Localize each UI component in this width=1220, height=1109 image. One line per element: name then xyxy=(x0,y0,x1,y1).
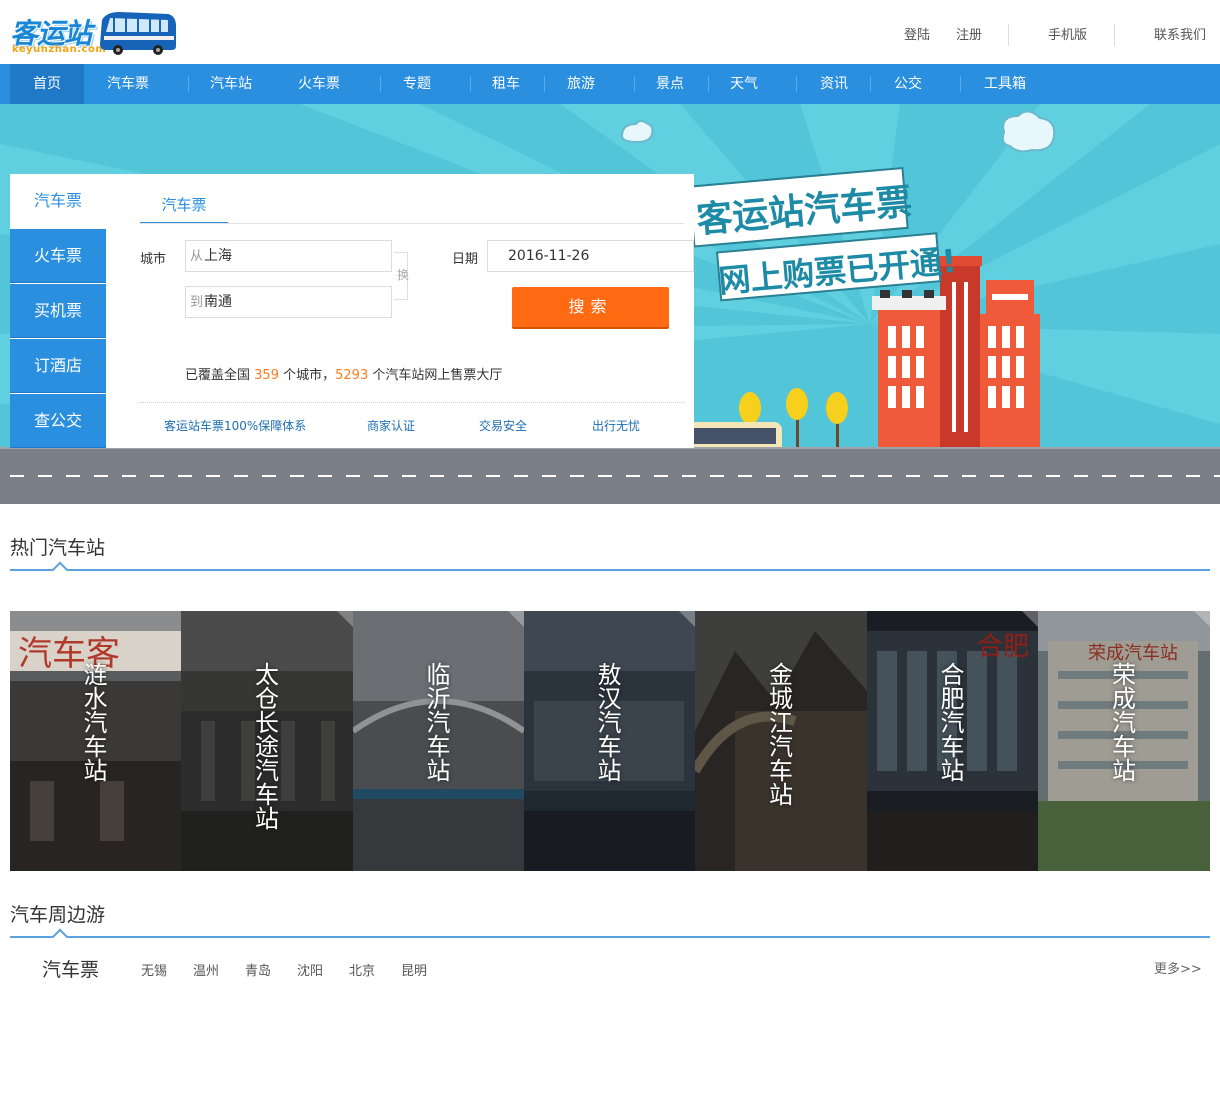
nav-item-car-rental[interactable]: 租车 xyxy=(478,64,534,104)
station-count: 5293 xyxy=(335,368,369,383)
more-link[interactable]: 更多>> xyxy=(1154,958,1202,977)
search-button[interactable]: 搜索 xyxy=(512,287,669,327)
bus-logo-icon xyxy=(100,12,176,55)
nav-divider xyxy=(796,76,797,92)
form-tab-underline xyxy=(140,223,684,224)
section-divider xyxy=(10,569,1210,571)
from-city-input[interactable]: 从上海 xyxy=(185,240,392,272)
section-notch xyxy=(51,928,69,946)
logo-domain: keyunzhan.com xyxy=(12,44,107,55)
city-label: 城市 xyxy=(140,252,167,267)
station-card[interactable]: 合肥 合肥汽车站 xyxy=(867,611,1038,871)
station-name: 荣成汽车站 xyxy=(1112,661,1136,785)
nav-divider xyxy=(380,76,381,92)
search-side-tabs: 汽车票 火车票 买机票 订酒店 查公交 xyxy=(10,174,106,448)
tab-train-ticket[interactable]: 火车票 xyxy=(10,229,106,283)
station-name: 敖汉汽车站 xyxy=(597,661,622,785)
city-link[interactable]: 无锡 xyxy=(141,960,167,979)
tab-flight-ticket[interactable]: 买机票 xyxy=(10,284,106,338)
station-card[interactable]: 太仓长途汽车站 xyxy=(181,611,353,871)
coverage-text: 已覆盖全国 359 个城市，5293 个汽车站网上售票大厅 xyxy=(185,364,502,383)
station-name: 合肥汽车站 xyxy=(940,661,965,785)
merchant-certified-link[interactable]: 商家认证 xyxy=(367,417,415,434)
site-logo[interactable]: 客运站 keyunzhan.com xyxy=(10,8,176,58)
nav-divider xyxy=(960,76,961,92)
nav-divider xyxy=(470,76,471,92)
date-value: 2016-11-26 xyxy=(508,248,590,264)
hot-stations-title: 热门汽车站 xyxy=(10,537,106,559)
to-prefix: 到 xyxy=(190,295,204,310)
top-link-divider xyxy=(1008,24,1009,46)
section-notch xyxy=(51,561,69,579)
contact-us-link[interactable]: 联系我们 xyxy=(1154,24,1206,43)
section-divider xyxy=(10,936,1210,938)
login-link[interactable]: 登陆 xyxy=(904,24,930,43)
to-city-value: 南通 xyxy=(204,294,233,310)
site-header: 客运站 keyunzhan.com 登陆 注册 手机版 联系我们 xyxy=(0,0,1220,64)
station-card[interactable]: 临沂汽车站 xyxy=(353,611,524,871)
nav-divider xyxy=(870,76,871,92)
city-count: 359 xyxy=(254,368,279,383)
tab-hotel[interactable]: 订酒店 xyxy=(10,339,106,393)
nav-divider xyxy=(544,76,545,92)
station-name: 涟水汽车站 xyxy=(83,661,108,785)
nav-divider xyxy=(708,76,709,92)
to-city-input[interactable]: 到南通 xyxy=(185,286,392,318)
tab-bus-transit[interactable]: 查公交 xyxy=(10,394,106,448)
station-name: 金城江汽车站 xyxy=(769,661,793,809)
nav-item-bus-ticket[interactable]: 汽车票 xyxy=(92,64,164,104)
station-name: 临沂汽车站 xyxy=(426,661,451,785)
city-link[interactable]: 温州 xyxy=(193,960,219,979)
form-tab-bus-ticket[interactable]: 汽车票 xyxy=(140,192,228,224)
coverage-mid: 个城市， xyxy=(283,368,336,383)
tab-bus-ticket[interactable]: 汽车票 xyxy=(10,174,106,228)
main-nav: 首页 汽车票 汽车站 火车票 专题 租车 旅游 景点 天气 资讯 公交 工具箱 xyxy=(0,64,1220,104)
register-link[interactable]: 注册 xyxy=(956,24,982,43)
nav-item-travel[interactable]: 旅游 xyxy=(554,64,608,104)
from-prefix: 从 xyxy=(190,249,204,264)
top-link-divider xyxy=(1114,24,1115,46)
dotted-divider xyxy=(140,402,684,403)
nearby-travel-title: 汽车周边游 xyxy=(10,904,106,926)
nav-item-news[interactable]: 资讯 xyxy=(806,64,862,104)
mobile-version-link[interactable]: 手机版 xyxy=(1048,24,1087,43)
station-card[interactable]: 金城江汽车站 xyxy=(695,611,867,871)
search-form: 汽车票 城市 从上海 到南通 换 日期 2016-11-26 搜索 已覆盖全国 … xyxy=(106,174,694,448)
nav-divider xyxy=(634,76,635,92)
station-card[interactable]: 敖汉汽车站 xyxy=(524,611,695,871)
nav-item-train-ticket[interactable]: 火车票 xyxy=(286,64,352,104)
nav-item-attractions[interactable]: 景点 xyxy=(642,64,698,104)
station-card[interactable]: 荣成汽车站 荣成汽车站 xyxy=(1038,611,1210,871)
station-card[interactable]: 汽车客 涟水汽车站 xyxy=(10,611,181,871)
station-name: 太仓长途汽车站 xyxy=(255,661,279,833)
nav-item-weather[interactable]: 天气 xyxy=(716,64,772,104)
from-city-value: 上海 xyxy=(204,248,233,264)
coverage-post: 个汽车站网上售票大厅 xyxy=(372,368,503,383)
secure-transaction-link[interactable]: 交易安全 xyxy=(479,417,527,434)
guarantee-system-link[interactable]: 客运站车票100%保障体系 xyxy=(164,417,306,434)
swap-cities-button[interactable]: 换 xyxy=(397,266,409,283)
nav-item-toolbox[interactable]: 工具箱 xyxy=(972,64,1038,104)
date-label: 日期 xyxy=(452,252,479,267)
city-link[interactable]: 沈阳 xyxy=(297,960,323,979)
hot-stations-grid: 汽车客 涟水汽车站 太仓长途汽车站 临沂汽车站 敖汉汽车站 金城江汽车站 合肥 … xyxy=(10,611,1210,871)
coverage-pre: 已覆盖全国 xyxy=(185,368,251,383)
nav-divider xyxy=(188,76,189,92)
nav-item-topics[interactable]: 专题 xyxy=(388,64,446,104)
city-link[interactable]: 北京 xyxy=(349,960,375,979)
date-input[interactable]: 2016-11-26 xyxy=(487,240,694,272)
nav-item-bus-station[interactable]: 汽车站 xyxy=(198,64,264,104)
top-links: 登陆 注册 手机版 联系我们 xyxy=(890,22,1210,46)
worry-free-travel-link[interactable]: 出行无忧 xyxy=(592,417,640,434)
city-link[interactable]: 昆明 xyxy=(401,960,427,979)
road xyxy=(0,449,1220,504)
nav-item-home[interactable]: 首页 xyxy=(10,64,84,104)
nearby-tab-bus-ticket[interactable]: 汽车票 xyxy=(42,955,99,982)
road-lane-markings xyxy=(10,475,1220,477)
nav-item-bus-transit[interactable]: 公交 xyxy=(880,64,936,104)
city-link[interactable]: 青岛 xyxy=(245,960,271,979)
search-panel: 汽车票 火车票 买机票 订酒店 查公交 汽车票 城市 从上海 到南通 换 日期 … xyxy=(10,174,694,448)
